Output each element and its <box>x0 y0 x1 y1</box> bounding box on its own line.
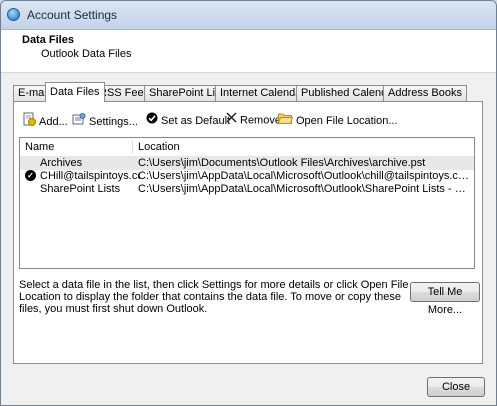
row-name: CHill@tailspintoys.com <box>40 170 140 182</box>
data-file-list[interactable]: Name Location Archives C:\Users\jim\Docu… <box>19 137 475 269</box>
remove-label: Remove <box>240 114 281 127</box>
title-bar[interactable]: Account Settings <box>1 1 496 30</box>
remove-button[interactable]: Remove <box>226 112 281 130</box>
add-button[interactable]: Add... <box>22 112 68 130</box>
page-title: Data Files <box>22 34 74 46</box>
window-title: Account Settings <box>27 8 118 22</box>
tell-me-more-button[interactable]: Tell Me More... <box>410 282 480 316</box>
row-location: C:\Users\jim\AppData\Local\Microsoft\Out… <box>138 170 470 182</box>
tab-address-books[interactable]: Address Books <box>383 85 467 101</box>
row-location: C:\Users\jim\AppData\Local\Microsoft\Out… <box>138 183 470 195</box>
page-subtitle: Outlook Data Files <box>41 48 132 60</box>
remove-x-icon <box>226 112 237 129</box>
default-checkmark-icon: ✓ <box>25 170 36 181</box>
add-file-icon <box>22 112 36 132</box>
open-file-location-label: Open File Location... <box>296 114 398 127</box>
checkmark-icon <box>146 112 158 130</box>
settings-icon <box>72 112 86 132</box>
tab-data-files[interactable]: Data Files <box>45 82 105 102</box>
table-row[interactable]: ✓ CHill@tailspintoys.com C:\Users\jim\Ap… <box>20 170 474 183</box>
help-description: Select a data file in the list, then cli… <box>19 279 409 315</box>
settings-label: Settings... <box>89 115 138 128</box>
row-location: C:\Users\jim\Documents\Outlook Files\Arc… <box>138 157 426 169</box>
table-row[interactable]: SharePoint Lists C:\Users\jim\AppData\Lo… <box>20 183 474 196</box>
set-default-button[interactable]: Set as Default <box>146 112 230 130</box>
outlook-app-icon <box>7 8 20 21</box>
add-label: Add... <box>39 115 68 128</box>
settings-button[interactable]: Settings... <box>72 112 138 130</box>
data-files-panel: Add... Settings... Set as Default Remove <box>13 101 483 364</box>
set-default-label: Set as Default <box>161 114 231 127</box>
column-header-location[interactable]: Location <box>133 138 180 156</box>
list-header: Name Location <box>20 138 474 157</box>
page-header: Data Files Outlook Data Files <box>1 30 496 73</box>
close-button[interactable]: Close <box>427 377 485 397</box>
table-row[interactable]: Archives C:\Users\jim\Documents\Outlook … <box>20 157 474 170</box>
row-name: Archives <box>40 157 83 169</box>
column-header-name[interactable]: Name <box>20 138 54 156</box>
folder-icon <box>277 112 294 130</box>
account-settings-window: Account Settings Data Files Outlook Data… <box>0 0 497 406</box>
row-name: SharePoint Lists <box>40 183 121 195</box>
open-file-location-button[interactable]: Open File Location... <box>277 112 398 130</box>
